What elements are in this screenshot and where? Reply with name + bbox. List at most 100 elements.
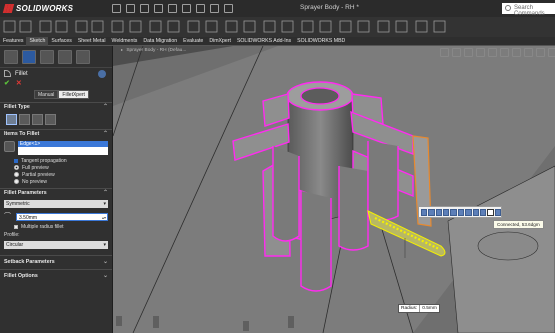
- collapse-icon[interactable]: ⌃: [103, 130, 108, 139]
- profile-label: Profile:: [4, 232, 20, 238]
- tab-data-migration[interactable]: Data Migration: [140, 37, 180, 46]
- tab-weldments[interactable]: Weldments: [109, 37, 141, 46]
- context-tool-icon[interactable]: [428, 208, 435, 216]
- items-header[interactable]: Items To Fillet ⌃: [0, 130, 112, 139]
- edit-appearance-icon[interactable]: [524, 48, 533, 57]
- solidworks-logo-icon: [2, 4, 15, 13]
- context-tool-icon[interactable]: [472, 208, 479, 216]
- zoom-to-fit-icon[interactable]: [440, 48, 449, 57]
- fillet-options-section: Fillet Options ⌄: [0, 269, 112, 283]
- apply-scene-icon[interactable]: [536, 48, 545, 57]
- zoom-area-icon[interactable]: [452, 48, 461, 57]
- radius-input[interactable]: 3.50mm ▴▾: [16, 212, 108, 222]
- collapse-icon[interactable]: ⌃: [103, 103, 108, 112]
- tab-sheet-metal[interactable]: Sheet Metal: [75, 37, 109, 46]
- ok-button[interactable]: ✔: [4, 79, 10, 88]
- fillet-options-header[interactable]: Fillet Options ⌄: [0, 270, 112, 283]
- setback-header[interactable]: Setback Parameters ⌄: [0, 256, 112, 269]
- dimxpert-manager-icon[interactable]: [58, 49, 72, 64]
- property-manager-icon[interactable]: [22, 49, 36, 64]
- tab-addins[interactable]: SOLIDWORKS Add-Ins: [234, 37, 294, 46]
- view-settings-icon[interactable]: [548, 48, 555, 57]
- fillet-type-header[interactable]: Fillet Type ⌃: [0, 103, 112, 112]
- display-manager-icon[interactable]: [76, 49, 90, 64]
- save-icon[interactable]: [140, 4, 149, 13]
- tab-evaluate[interactable]: Evaluate: [180, 37, 206, 46]
- tab-surfaces[interactable]: Surfaces: [48, 37, 74, 46]
- fillet-type-buttons: [0, 112, 112, 129]
- search-commands-input[interactable]: Search Commands: [502, 3, 555, 17]
- graphics-viewport[interactable]: ▸ Sprayer Body - RH (Defau... Connected,…: [113, 46, 555, 333]
- tab-mbd[interactable]: SOLIDWORKS MBD: [294, 37, 348, 46]
- help-icon[interactable]: [98, 69, 106, 78]
- context-tool-icon[interactable]: [450, 208, 457, 216]
- context-tool-icon[interactable]: [457, 208, 465, 216]
- tangent-propagation-label: Tangent propagation: [21, 157, 67, 164]
- constant-size-fillet-button[interactable]: [6, 114, 17, 125]
- configuration-manager-icon[interactable]: [40, 49, 54, 64]
- full-preview-radio[interactable]: Full preview: [0, 164, 112, 171]
- full-round-fillet-button[interactable]: [45, 114, 56, 125]
- print-icon[interactable]: [154, 4, 163, 13]
- expand-icon[interactable]: ⌄: [103, 270, 108, 283]
- view-orientation-icon[interactable]: [488, 48, 497, 57]
- expand-icon[interactable]: ⌄: [103, 256, 108, 269]
- tab-features[interactable]: Features: [0, 37, 26, 46]
- multiple-radius-label: Multiple radius fillet: [21, 223, 64, 230]
- tab-filletxpert[interactable]: FilletXpert: [58, 90, 89, 99]
- tangent-propagation-checkbox[interactable]: Tangent propagation: [0, 157, 112, 164]
- undo-icon[interactable]: [168, 4, 177, 13]
- variable-size-fillet-button[interactable]: [19, 114, 30, 125]
- symmetry-value: Symmetric: [6, 201, 30, 207]
- context-tool-icon[interactable]: [479, 208, 487, 216]
- radio-icon: [14, 165, 19, 170]
- no-preview-radio[interactable]: No preview: [0, 178, 112, 185]
- fillet-type-label: Fillet Type: [4, 104, 30, 110]
- previous-view-icon[interactable]: [464, 48, 473, 57]
- multiple-radius-checkbox[interactable]: Multiple radius fillet: [0, 223, 112, 230]
- connected-selection-icon[interactable]: [487, 208, 494, 216]
- edge-selection-icon: [4, 141, 15, 152]
- display-style-icon[interactable]: [500, 48, 509, 57]
- hide-show-items-icon[interactable]: [512, 48, 521, 57]
- feature-tree-flyout[interactable]: ▸ Sprayer Body - RH (Defau...: [121, 47, 186, 53]
- items-selection-list[interactable]: Edge<1>: [17, 141, 108, 155]
- command-tabs: Features Sketch Surfaces Sheet Metal Wel…: [0, 36, 555, 46]
- tab-dimxpert[interactable]: DimXpert: [206, 37, 234, 46]
- context-tool-icon[interactable]: [435, 208, 443, 216]
- collapse-icon[interactable]: ⌃: [103, 189, 108, 198]
- context-tool-icon[interactable]: [421, 208, 428, 216]
- property-manager-panel: Fillet ✔ ✕ Manual FilletXpert Fillet Typ…: [0, 46, 113, 333]
- fillet-type-section: Fillet Type ⌃: [0, 102, 112, 129]
- new-document-icon[interactable]: [112, 4, 121, 13]
- symmetry-select[interactable]: Symmetric ▾: [4, 200, 108, 208]
- context-tool-icon[interactable]: [443, 208, 450, 216]
- open-icon[interactable]: [126, 4, 135, 13]
- rebuild-icon[interactable]: [196, 4, 205, 13]
- selected-edge[interactable]: Edge<1>: [17, 141, 108, 147]
- cancel-button[interactable]: ✕: [16, 79, 22, 88]
- fillet-mode-tabs: Manual FilletXpert: [0, 90, 112, 99]
- tab-manual[interactable]: Manual: [34, 90, 59, 99]
- expand-arrow-icon[interactable]: ▸: [121, 47, 123, 52]
- fillet-parameters-header[interactable]: Fillet Parameters ⌃: [0, 189, 112, 198]
- face-fillet-button[interactable]: [32, 114, 43, 125]
- context-tool-icon[interactable]: [465, 208, 472, 216]
- radius-callout[interactable]: Radius: 0.5mm: [398, 304, 440, 313]
- select-icon[interactable]: [182, 4, 191, 13]
- boss-top: [477, 231, 539, 261]
- options-gear-icon[interactable]: [224, 4, 233, 13]
- section-view-icon[interactable]: [476, 48, 485, 57]
- feature-tree-icon[interactable]: [4, 49, 18, 64]
- partial-preview-radio[interactable]: Partial preview: [0, 171, 112, 178]
- tab-sketch[interactable]: Sketch: [26, 36, 49, 46]
- model-canvas[interactable]: [113, 46, 555, 333]
- file-properties-icon[interactable]: [210, 4, 219, 13]
- context-tool-icon[interactable]: [494, 208, 501, 216]
- app-logo[interactable]: SOLIDWORKS: [0, 4, 90, 13]
- spinner-icon[interactable]: ▴▾: [102, 214, 106, 222]
- callout-value[interactable]: 0.5mm: [419, 305, 439, 312]
- command-manager-icons[interactable]: [0, 17, 555, 37]
- profile-select[interactable]: Circular ▾: [4, 241, 108, 249]
- command-manager: [0, 17, 555, 37]
